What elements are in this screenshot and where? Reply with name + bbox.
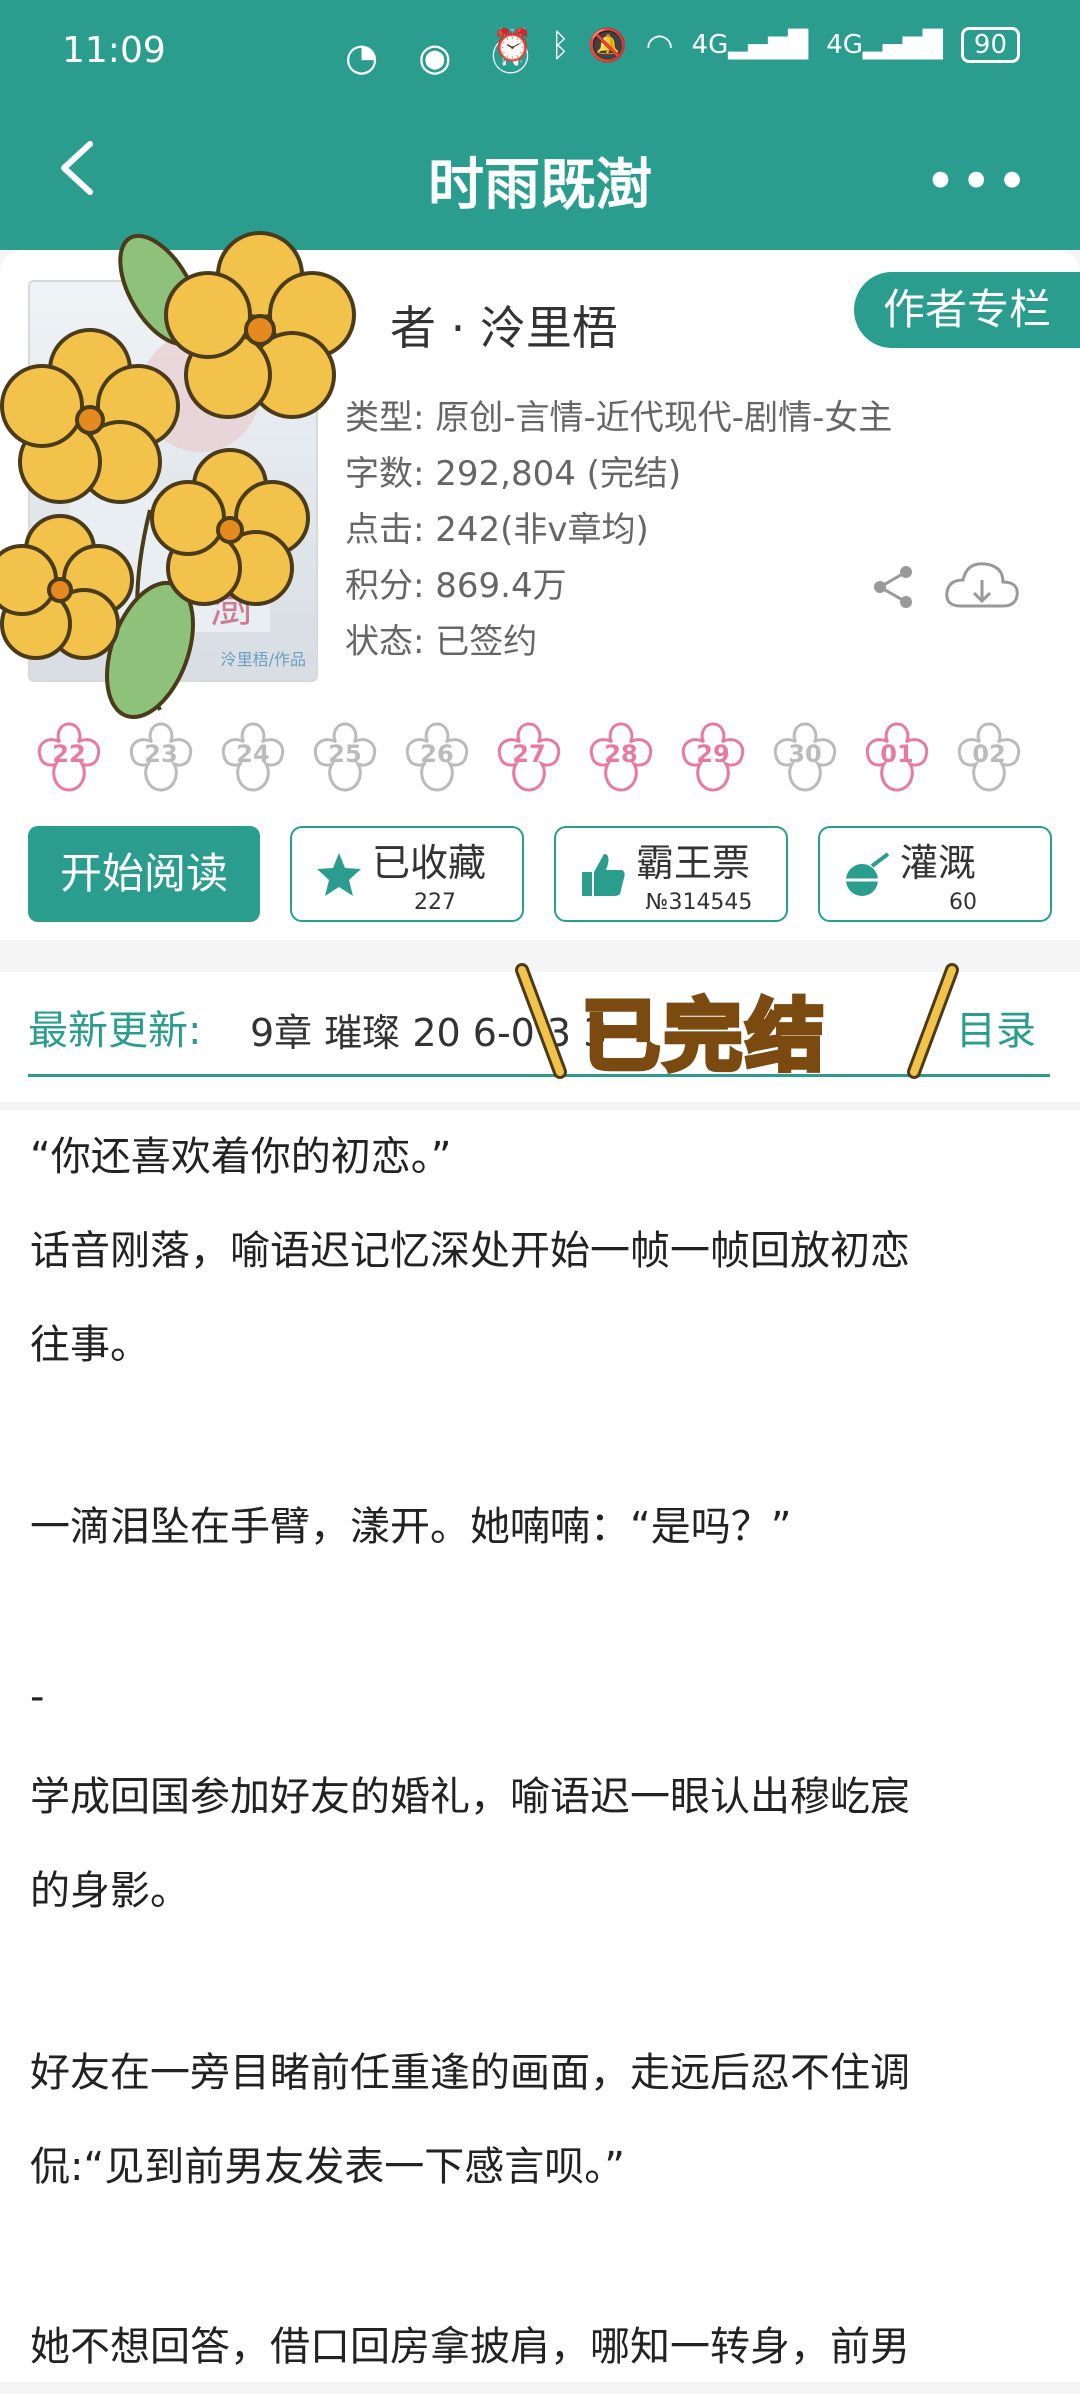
desc-line: 一滴泪坠在手臂，漾开。她喃喃：“是吗？”	[30, 1504, 792, 1550]
meta-score: 积分: 869.4万	[345, 566, 567, 606]
author-name[interactable]: 者 · 泠里梧	[390, 292, 618, 358]
desc-line: 的身影。	[30, 1868, 190, 1914]
badge-item[interactable]: 30	[766, 718, 844, 796]
download-cloud-icon[interactable]	[943, 556, 1021, 616]
badge-item[interactable]: 24	[214, 718, 292, 796]
water-label: 灌溉	[900, 841, 977, 885]
action-buttons: 开始阅读 已收藏 227 霸王票 №314545 灌溉 60	[28, 826, 1052, 926]
badge-item[interactable]: 27	[490, 718, 568, 796]
speed-icon: ◔	[345, 35, 393, 79]
badge-item[interactable]: 22	[30, 718, 108, 796]
flower-decoration-icon	[0, 231, 356, 720]
page-title: 时雨既澍	[428, 153, 652, 218]
favorite-label: 已收藏	[372, 841, 487, 885]
vote-button[interactable]: 霸王票 №314545	[554, 826, 788, 922]
desc-line: 学成回国参加好友的婚礼，喻语迟一眼认出穆屹宸	[30, 1774, 910, 1820]
badge-item[interactable]: 26	[398, 718, 476, 796]
latest-update-label: 最新更新:	[28, 1008, 202, 1054]
bluetooth-icon: ᛒ	[550, 26, 570, 64]
vote-count: №314545	[645, 890, 753, 915]
badge-item[interactable]: 25	[306, 718, 384, 796]
start-reading-button[interactable]: 开始阅读	[28, 826, 260, 922]
badge-item[interactable]: 29	[674, 718, 752, 796]
water-button[interactable]: 灌溉 60	[818, 826, 1052, 922]
desc-line: 侃:“见到前男友发表一下感言呗。”	[30, 2144, 625, 2190]
signal2-icon: 4G▂▄▆█	[826, 30, 943, 60]
mute-icon: 🔕	[587, 26, 628, 64]
badge-item[interactable]: 01	[858, 718, 936, 796]
water-count: 60	[949, 890, 977, 915]
desc-line: 话音刚落，喻语迟记忆深处开始一帧一帧回放初恋	[30, 1228, 910, 1274]
meta-words: 字数: 292,804 (完结)	[345, 454, 682, 494]
more-dots-icon[interactable]: •••	[924, 150, 1032, 213]
desc-line: 好友在一旁目睹前任重逢的画面，走远后忍不住调	[30, 2050, 910, 2096]
eye-icon: ◉	[418, 35, 466, 79]
desc-line: 往事。	[30, 1322, 150, 1368]
completed-stamp-text: 已完结	[579, 990, 829, 1085]
book-description: “你还喜欢着你的初恋。” 话音刚落，喻语迟记忆深处开始一帧一帧回放初恋 往事。 …	[0, 1110, 1080, 2382]
status-icons-right: ⏰ ᛒ 🔕 ◠ 4G▂▄▆█ 4G▂▄▆█ 90	[493, 26, 1020, 64]
meta-type: 类型: 原创-言情-近代现代-剧情-女主	[345, 398, 893, 438]
battery-indicator: 90	[960, 27, 1020, 63]
desc-line: 她不想回答，借口回房拿披肩，哪知一转身，前男	[30, 2324, 910, 2370]
favorite-count: 227	[414, 890, 456, 915]
signal-icon: 4G▂▄▆█	[691, 30, 809, 60]
completed-stamp: 已完结	[512, 960, 972, 1090]
vote-label: 霸王票	[636, 841, 751, 885]
alarm-icon: ⏰	[492, 26, 533, 64]
meta-clicks: 点击: 242(非v章均)	[345, 510, 649, 550]
desc-line: “你还喜欢着你的初恋。”	[30, 1134, 452, 1180]
wifi-icon: ◠	[645, 26, 674, 64]
share-icon[interactable]	[868, 562, 918, 612]
badge-item[interactable]: 23	[122, 718, 200, 796]
favorite-button[interactable]: 已收藏 227	[290, 826, 524, 922]
badge-item[interactable]: 02	[950, 718, 1028, 796]
meta-status: 状态: 已签约	[345, 622, 538, 662]
badge-item[interactable]: 28	[582, 718, 660, 796]
book-meta: 类型: 原创-言情-近代现代-剧情-女主 字数: 292,804 (完结) 点击…	[345, 390, 892, 670]
author-column-button[interactable]: 作者专栏	[854, 272, 1080, 348]
daily-badges: 22 23 24 25 26 27 28 29 30 01 02	[30, 718, 1060, 798]
desc-line: -	[30, 1674, 45, 1720]
status-bar: 11:09 ◔ ◉ Ⓝ ⏰ ᛒ 🔕 ◠ 4G▂▄▆█ 4G▂▄▆█ 90	[0, 0, 1080, 105]
status-time: 11:09	[62, 30, 166, 71]
